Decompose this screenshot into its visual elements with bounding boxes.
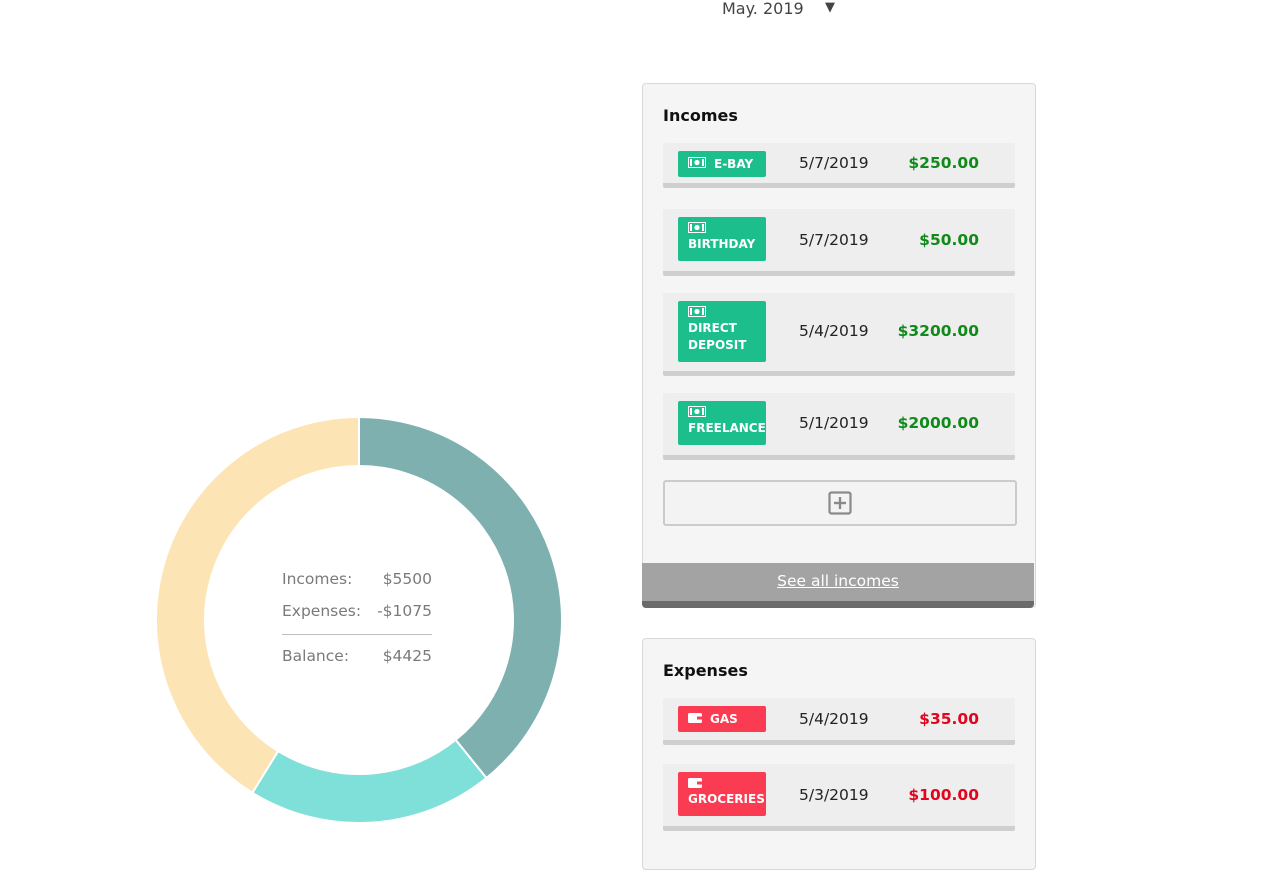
incomes-title: Incomes (663, 106, 738, 125)
money-bill-icon (688, 156, 706, 173)
expense-tag-label: GAS (710, 712, 738, 726)
summary-balance-row: Balance: $4425 (282, 645, 432, 677)
income-tag: BIRTHDAY (678, 217, 766, 261)
income-tag-label: BIRTHDAY (688, 237, 756, 251)
income-item[interactable]: BIRTHDAY 5/7/2019 $50.00 (663, 209, 1015, 276)
summary-balance-label: Balance: (282, 647, 350, 665)
income-amount: $3200.00 (897, 322, 979, 340)
income-date: 5/7/2019 (799, 154, 869, 172)
summary-divider (282, 634, 432, 635)
segment-teal-light (251, 738, 488, 824)
income-tag: E-BAY (678, 151, 766, 177)
income-tag: FREELANCE (678, 401, 766, 445)
balance-summary: Incomes: $5500 Expenses: -$1075 Balance:… (282, 568, 432, 677)
expenses-title: Expenses (663, 661, 748, 680)
money-bill-icon (688, 405, 756, 420)
month-label: May. 2019 (722, 0, 804, 18)
income-item[interactable]: FREELANCE 5/1/2019 $2000.00 (663, 393, 1015, 460)
expense-amount: $35.00 (919, 710, 979, 728)
income-tag-label: E-BAY (714, 157, 754, 171)
income-amount: $250.00 (908, 154, 979, 172)
add-income-button[interactable] (663, 480, 1017, 526)
expense-tag: GROCERIES (678, 772, 766, 816)
summary-incomes-label: Incomes: (282, 570, 353, 588)
money-bill-icon (688, 305, 756, 320)
summary-incomes-row: Incomes: $5500 (282, 568, 432, 600)
income-amount: $50.00 (919, 231, 979, 249)
expense-date: 5/3/2019 (799, 786, 869, 804)
income-date: 5/1/2019 (799, 414, 869, 432)
expense-tag: GAS (678, 706, 766, 732)
income-tag-label: FREELANCE (688, 421, 766, 435)
summary-incomes-value: $5500 (382, 570, 432, 588)
summary-balance-value: $4425 (382, 647, 432, 665)
income-date: 5/4/2019 (799, 322, 869, 340)
expense-item[interactable]: GROCERIES 5/3/2019 $100.00 (663, 764, 1015, 831)
expense-amount: $100.00 (908, 786, 979, 804)
month-selector[interactable]: May. 2019 ▼ (722, 0, 842, 20)
caret-down-icon: ▼ (825, 0, 835, 15)
expenses-panel: Expenses GAS 5/4/2019 $35.00 GROCERIES 5… (642, 638, 1036, 870)
income-item[interactable]: E-BAY 5/7/2019 $250.00 (663, 143, 1015, 188)
expense-date: 5/4/2019 (799, 710, 869, 728)
income-tag-label-line2: DEPOSIT (688, 338, 747, 352)
expense-tag-label: GROCERIES (688, 792, 765, 806)
income-date: 5/7/2019 (799, 231, 869, 249)
income-tag: DIRECT DEPOSIT (678, 301, 766, 362)
wallet-icon (688, 776, 756, 791)
expense-item[interactable]: GAS 5/4/2019 $35.00 (663, 698, 1015, 745)
summary-expenses-label: Expenses: (282, 602, 362, 620)
wallet-icon (688, 711, 702, 728)
see-all-incomes-link[interactable]: See all incomes (777, 572, 899, 590)
income-item[interactable]: DIRECT DEPOSIT 5/4/2019 $3200.00 (663, 293, 1015, 376)
plus-square-icon (828, 491, 852, 519)
summary-expenses-row: Expenses: -$1075 (282, 600, 432, 632)
summary-expenses-value: -$1075 (377, 602, 432, 620)
see-all-incomes-bar: See all incomes (642, 563, 1034, 608)
money-bill-icon (688, 221, 756, 236)
income-tag-label-line1: DIRECT (688, 321, 737, 335)
incomes-panel: Incomes E-BAY 5/7/2019 $250.00 BIRTHDAY … (642, 83, 1036, 608)
income-amount: $2000.00 (897, 414, 979, 432)
